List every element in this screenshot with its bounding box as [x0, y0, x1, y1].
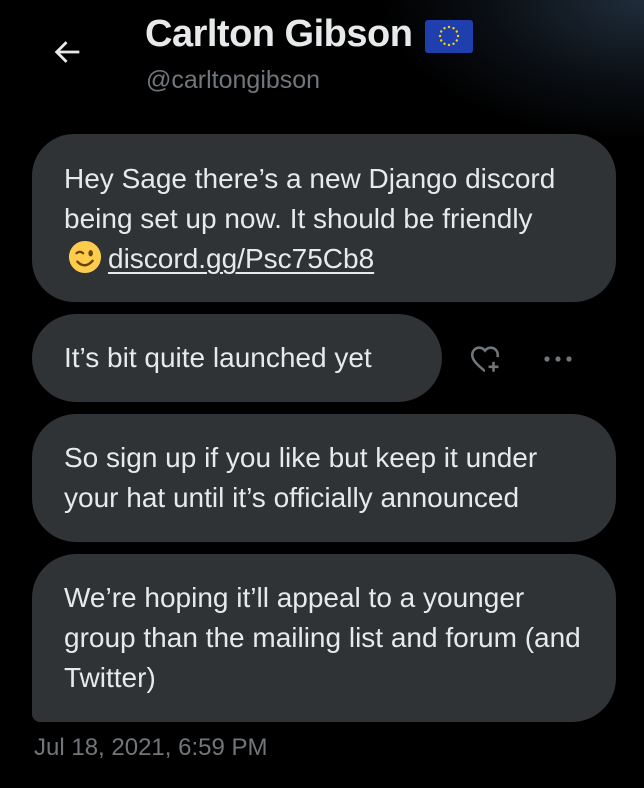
message-bubble[interactable]: Hey Sage there’s a new Django discord be… [32, 134, 616, 302]
message-bubble[interactable]: So sign up if you like but keep it under… [32, 414, 616, 542]
flag-star [440, 39, 443, 42]
message-bubble[interactable]: We’re hoping it’ll appeal to a younger g… [32, 554, 616, 722]
message-text: So sign up if you like but keep it under… [64, 442, 538, 513]
flag-star [440, 30, 443, 33]
flag-star [452, 42, 456, 45]
flag-star [448, 25, 451, 29]
discord-link[interactable]: discord.gg/Psc75Cb8 [108, 243, 374, 274]
add-reaction-icon [470, 346, 500, 372]
flag-star [456, 39, 459, 42]
arrow-left-icon [54, 41, 80, 63]
flag-star [439, 34, 442, 38]
flag-star [443, 42, 447, 45]
flag-star [456, 30, 459, 33]
dm-conversation-view: Carlton Gibson @carltongibson Hey Sage t… [0, 0, 644, 788]
message-bubble[interactable]: It’s bit quite launched yet [32, 314, 442, 402]
winking-face-icon [68, 240, 102, 274]
user-handle[interactable]: @carltongibson [146, 66, 320, 95]
back-button[interactable] [44, 28, 92, 76]
display-name[interactable]: Carlton Gibson [145, 13, 413, 56]
message-timestamp: Jul 18, 2021, 6:59 PM [34, 734, 268, 761]
message-text: We’re hoping it’ll appeal to a younger g… [64, 582, 581, 693]
profile-header[interactable]: Carlton Gibson [145, 10, 474, 58]
message-text: It’s bit quite launched yet [64, 342, 372, 373]
flag-star [457, 34, 460, 38]
more-horizontal-icon [544, 356, 572, 362]
message-text: Hey Sage there’s a new Django discord be… [64, 163, 556, 234]
add-reaction-button[interactable] [466, 340, 504, 378]
more-options-button[interactable] [538, 340, 578, 378]
flag-star [443, 27, 447, 30]
flag-star [452, 27, 456, 30]
flag-star [448, 43, 451, 47]
eu-flag-icon [425, 19, 474, 53]
